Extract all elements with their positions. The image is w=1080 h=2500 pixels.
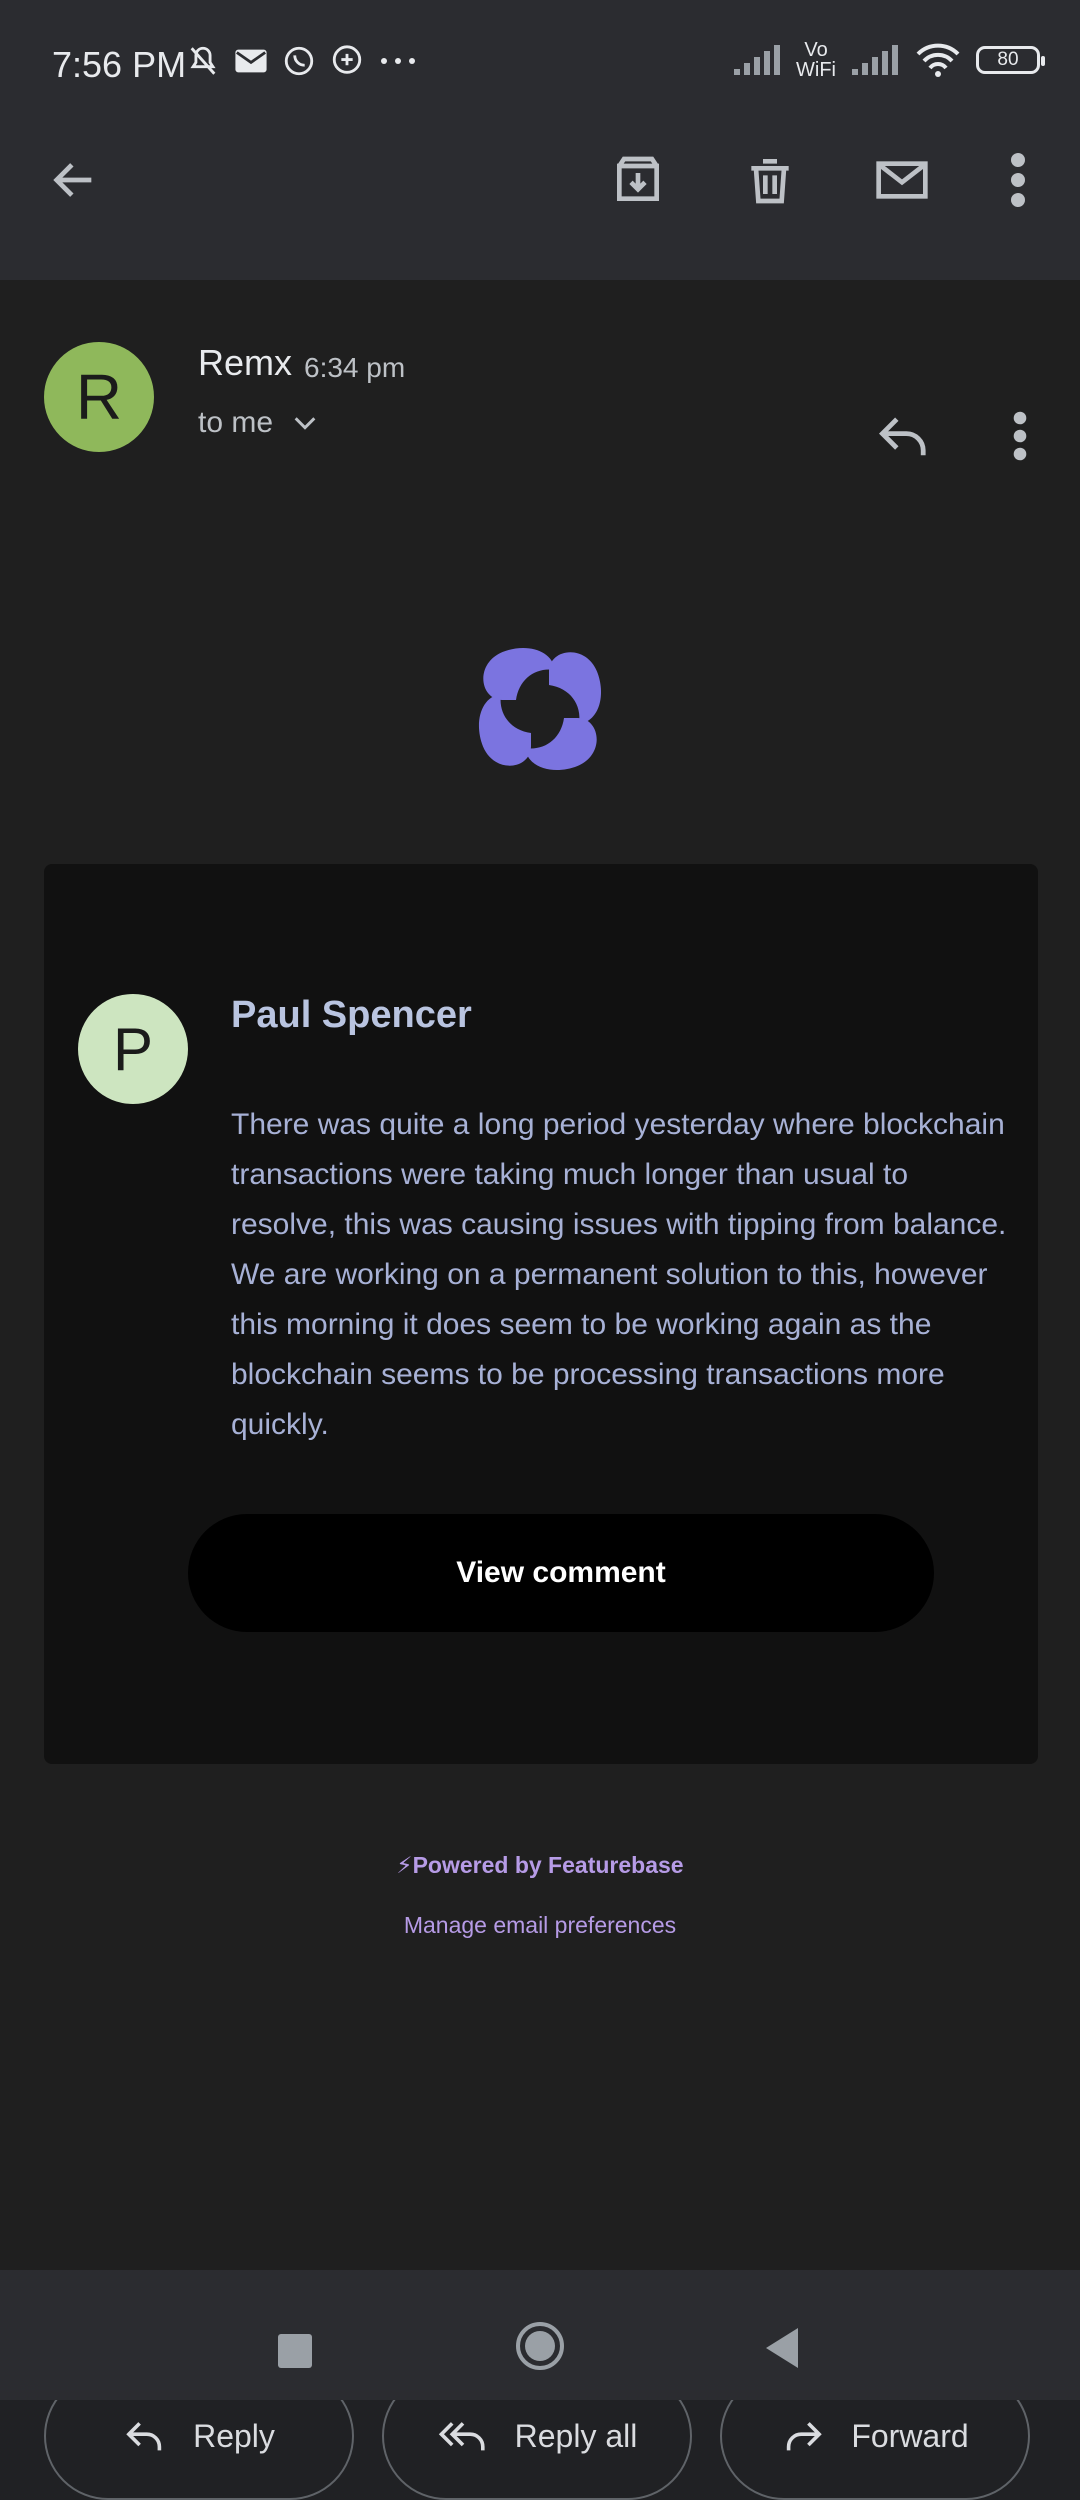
system-icons: Vo WiFi 80 [732, 39, 1045, 81]
top-app-bar: 7:56 PM Vo WiFi 80 [0, 0, 1080, 280]
commenter-avatar: P [78, 994, 188, 1104]
powered-by-link[interactable]: ⚡Powered by Featurebase [0, 1852, 1080, 1879]
vowifi-label: Vo WiFi [796, 39, 836, 81]
email-toolbar [0, 140, 1080, 240]
notification-icons [186, 44, 418, 78]
comment-card: P Paul Spencer There was quite a long pe… [44, 864, 1038, 1764]
reply-all-label: Reply all [514, 2417, 638, 2454]
recipient-label: to me [198, 406, 274, 439]
recents-icon[interactable] [278, 2334, 312, 2368]
archive-icon[interactable] [598, 140, 678, 220]
recipient-details[interactable]: to me [198, 406, 319, 440]
received-time: 6:34 pm [304, 352, 406, 383]
reply-label: Reply [193, 2417, 275, 2454]
signal-2-icon [852, 45, 898, 75]
delete-icon[interactable] [730, 140, 810, 220]
sender-name: Remx [198, 342, 293, 383]
forward-label: Forward [851, 2417, 969, 2454]
whatsapp-icon [284, 46, 314, 76]
wifi-icon [916, 43, 960, 77]
more-vert-icon[interactable] [978, 140, 1058, 220]
signal-icon [734, 45, 781, 75]
chat-plus-icon [332, 45, 362, 74]
view-comment-button[interactable]: View comment [188, 1514, 934, 1632]
status-bar: 7:56 PM Vo WiFi 80 [0, 0, 1080, 130]
gmail-notification-icon [235, 49, 267, 73]
featurebase-logo [478, 647, 602, 771]
commenter-name: Paul Spencer [231, 994, 472, 1036]
system-navigation-bar [0, 2270, 1080, 2400]
forward-icon [787, 2422, 823, 2451]
more-notifications-icon [381, 58, 415, 64]
status-time: 7:56 PM [52, 44, 187, 85]
muted-bell-icon [190, 46, 216, 75]
sender-avatar[interactable]: R [44, 342, 154, 452]
nav-back-icon[interactable] [766, 2328, 798, 2368]
mark-unread-icon[interactable] [862, 140, 942, 220]
message-more-icon[interactable] [980, 396, 1060, 476]
chevron-down-icon[interactable] [291, 413, 319, 433]
manage-preferences-link[interactable]: Manage email preferences [0, 1912, 1080, 1939]
email-body: R Remx 6:34 pm to me P Paul Spencer Ther… [0, 280, 1080, 2500]
comment-body: There was quite a long period yesterday … [231, 1108, 1007, 1441]
home-icon[interactable] [516, 2322, 564, 2370]
back-arrow-icon[interactable] [34, 140, 114, 220]
reply-all-icon [438, 2422, 485, 2451]
reply-icon [126, 2422, 162, 2451]
reply-icon[interactable] [864, 396, 944, 476]
battery-indicator: 80 [976, 46, 1045, 74]
